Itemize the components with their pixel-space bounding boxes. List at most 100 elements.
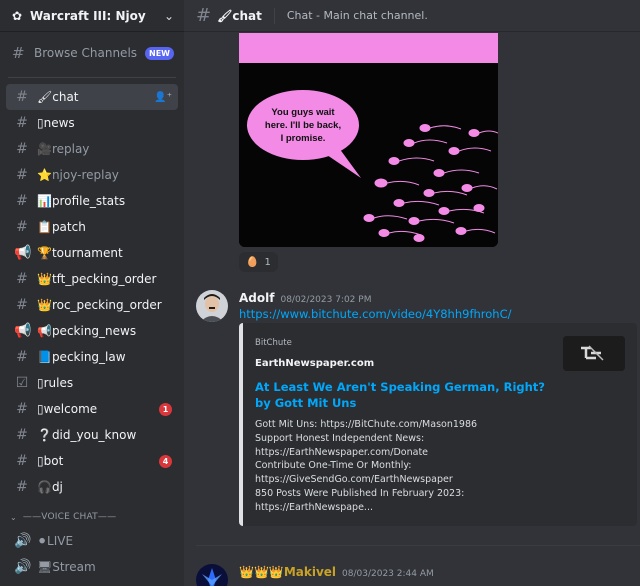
channel-name: 🎧dj [37, 480, 63, 494]
voice-channel-live[interactable]: 🔊 ⚫LIVE [6, 528, 178, 554]
channel-header: # 🖌chat Chat - Main chat channel. [184, 0, 640, 32]
message-link[interactable]: https://www.bitchute.com/video/4Y8hh9fhr… [239, 307, 512, 321]
channel-rules[interactable]: ☑ ▯rules [6, 370, 178, 396]
speaker-icon: 🔊 [14, 533, 32, 549]
channel-name: 👑tft_pecking_order [37, 272, 157, 286]
channel-tft-pecking-order[interactable]: # 👑tft_pecking_order [6, 266, 178, 292]
new-badge: NEW [145, 46, 174, 60]
channel-sidebar: ✿ Warcraft III: Njoy ⌄ # Browse Channels… [0, 0, 184, 586]
reaction-count: 1 [264, 256, 271, 268]
hash-icon: # [16, 479, 28, 495]
mention-badge: 4 [159, 454, 172, 468]
hash-icon: # [196, 5, 212, 26]
channel-news[interactable]: # ▯news [6, 110, 178, 136]
link-embed: BitChute EarthNewspaper.com At Least We … [239, 323, 637, 526]
speaker-icon: 🔊 [14, 559, 32, 575]
channel-name: 📋patch [37, 220, 86, 234]
channel-name: ▯welcome [37, 402, 98, 416]
hash-icon: # [16, 271, 28, 287]
message-author[interactable]: 👑👑👑Makivel [239, 565, 336, 579]
channel-chat[interactable]: # 🖌chat 👤⁺ [6, 84, 178, 110]
channel-name: ▯rules [37, 376, 74, 390]
hash-icon: # [16, 453, 28, 469]
channel-name: ⭐njoy-replay [37, 168, 119, 182]
channel-did-you-know[interactable]: # ❔did_you_know [6, 422, 178, 448]
channel-pecking-news[interactable]: 📢 📢pecking_news [6, 318, 178, 344]
channel-roc-pecking-order[interactable]: # 👑roc_pecking_order [6, 292, 178, 318]
chevron-down-icon: ⌄ [163, 8, 174, 23]
message-timestamp: 08/03/2023 2:44 AM [342, 569, 434, 579]
channel-name: 🖌chat [37, 90, 79, 104]
hash-icon: # [16, 193, 28, 209]
channel-patch[interactable]: # 📋patch [6, 214, 178, 240]
category-label: ——VOICE CHAT—— [22, 512, 117, 522]
megaphone-icon: 📢 [14, 245, 32, 261]
hash-icon: # [16, 349, 28, 365]
mention-badge: 1 [159, 402, 172, 416]
message-author[interactable]: Adolf [239, 291, 274, 305]
meme-image-svg: You guys wait here. I'll be back, I prom… [239, 33, 498, 247]
avatar[interactable] [196, 290, 228, 322]
chevron-down-icon: ⌄ [10, 512, 17, 522]
hash-icon: # [16, 427, 28, 443]
chat-area: # 🖌chat Chat - Main chat channel. You gu… [184, 0, 640, 586]
channel-name: ▯news [37, 116, 75, 130]
channel-name: 📊profile_stats [37, 194, 126, 208]
channel-name: 🖥Stream [37, 560, 96, 574]
channel-dj[interactable]: # 🎧dj [6, 474, 178, 500]
embed-title[interactable]: At Least We Aren't Speaking German, Righ… [255, 379, 545, 411]
server-gear-icon: ✿ [12, 8, 23, 23]
channel-name: ❔did_you_know [37, 428, 137, 442]
voice-chat-category[interactable]: ⌄ ——VOICE CHAT—— [0, 506, 184, 528]
channel-pecking-law[interactable]: # 📘pecking_law [6, 344, 178, 370]
hash-icon: # [16, 141, 28, 157]
embed-description: Gott Mit Uns: https://BitChute.com/Mason… [255, 419, 478, 513]
avatar[interactable] [196, 564, 228, 586]
hash-icon: # [16, 167, 28, 183]
browse-channels[interactable]: # Browse Channels NEW [0, 36, 184, 70]
browse-channels-label: Browse Channels [34, 46, 138, 60]
header-divider [273, 7, 275, 24]
channel-title: 🖌chat [217, 8, 262, 23]
browse-channels-icon: # [12, 44, 25, 62]
egg-emoji-icon: 🥚 [246, 256, 259, 268]
meme-bubble-line: here. I'll be back, [265, 120, 341, 131]
channel-profile-stats[interactable]: # 📊profile_stats [6, 188, 178, 214]
channel-name: 📘pecking_law [37, 350, 126, 364]
channel-tournament[interactable]: 📢 🏆tournament [6, 240, 178, 266]
channel-bot[interactable]: # ▯bot 4 [6, 448, 178, 474]
channel-welcome[interactable]: # ▯welcome 1 [6, 396, 178, 422]
server-header[interactable]: ✿ Warcraft III: Njoy ⌄ [0, 0, 184, 32]
megaphone-icon: 📢 [14, 323, 32, 339]
message-header: 👑👑👑Makivel 08/03/2023 2:44 AM [239, 565, 434, 579]
channel-topic[interactable]: Chat - Main chat channel. [287, 9, 428, 22]
meme-bubble-line: You guys wait [271, 107, 335, 118]
avatar-image [196, 564, 228, 586]
channel-name: 🏆tournament [37, 246, 123, 260]
channel-name: 👑roc_pecking_order [37, 298, 162, 312]
channel-name: 🎥replay [37, 142, 90, 156]
channel-name: ⚫LIVE [37, 534, 74, 548]
thumbnail-image [563, 336, 625, 371]
add-user-icon[interactable]: 👤⁺ [154, 92, 172, 103]
channel-njoy-replay[interactable]: # ⭐njoy-replay [6, 162, 178, 188]
meme-bubble-line: I promise. [281, 133, 326, 144]
channel-list: # 🖌chat 👤⁺ # ▯news # 🎥replay # ⭐njoy-rep… [0, 84, 184, 500]
hash-icon: # [16, 401, 28, 417]
embed-provider[interactable]: BitChute [255, 338, 292, 348]
reaction-pill[interactable]: 🥚 1 [239, 252, 278, 272]
channel-name: 📢pecking_news [37, 324, 137, 338]
hash-icon: # [16, 297, 28, 313]
avatar-image [196, 290, 228, 322]
message-divider [196, 545, 640, 546]
channel-name: ▯bot [37, 454, 64, 468]
channel-replay[interactable]: # 🎥replay [6, 136, 178, 162]
voice-channel-stream[interactable]: 🔊 🖥Stream [6, 554, 178, 580]
hash-icon: # [16, 89, 28, 105]
server-name: Warcraft III: Njoy [30, 8, 146, 23]
embed-author[interactable]: EarthNewspaper.com [255, 358, 374, 369]
embed-thumbnail[interactable] [563, 336, 625, 371]
message-header: Adolf 08/02/2023 7:02 PM [239, 291, 371, 305]
hash-icon: # [16, 219, 28, 235]
meme-image[interactable]: You guys wait here. I'll be back, I prom… [239, 33, 498, 247]
